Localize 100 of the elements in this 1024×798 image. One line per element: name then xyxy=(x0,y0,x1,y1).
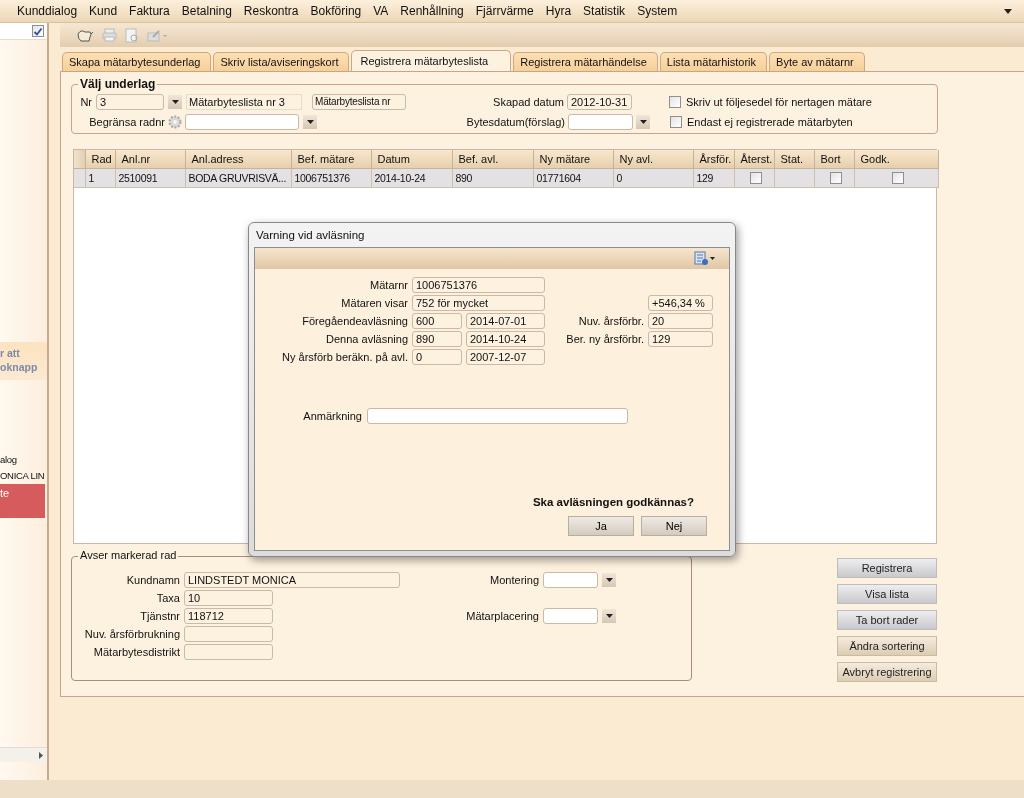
action-button[interactable]: Avbryt registrering xyxy=(837,662,937,682)
dropdown-button[interactable] xyxy=(303,115,317,129)
tab[interactable]: Registrera mätarbyteslista xyxy=(351,50,512,71)
checkbox[interactable] xyxy=(749,172,762,184)
date-field[interactable] xyxy=(568,114,633,130)
column-header[interactable]: Datum xyxy=(371,150,452,169)
caret-icon xyxy=(604,577,614,583)
menu-item[interactable]: Statistik xyxy=(577,4,632,18)
action-button[interactable]: Registrera xyxy=(837,558,937,578)
dialog-button[interactable]: Nej xyxy=(641,516,707,536)
column-header[interactable]: Rad xyxy=(85,150,115,169)
menu-item[interactable]: Betalning xyxy=(175,4,238,18)
text-field[interactable]: 752 för mycket xyxy=(412,295,545,311)
text-field[interactable]: 118712 xyxy=(184,608,273,624)
menu-item[interactable]: Reskontra xyxy=(237,4,305,18)
field-label: Nuv. årsförbr. xyxy=(577,315,644,327)
document-icon[interactable] xyxy=(694,251,715,266)
text-field[interactable]: 129 xyxy=(648,331,713,347)
action-button[interactable]: Ta bort rader xyxy=(837,610,937,630)
sidebar-item[interactable]: alog xyxy=(0,452,17,468)
preview-icon[interactable] xyxy=(125,27,139,43)
list-name-field[interactable]: Mätarbyteslista nr xyxy=(312,94,406,110)
hint-text: oknapp xyxy=(0,360,39,374)
checkbox[interactable] xyxy=(829,172,842,184)
text-field[interactable]: 890 xyxy=(412,331,462,347)
checkbox[interactable] xyxy=(891,172,904,184)
menu-item[interactable]: Renhållning xyxy=(394,4,470,18)
export-icon[interactable] xyxy=(147,28,168,42)
caret-icon xyxy=(170,99,180,105)
field-label: Ber. ny årsförbr. xyxy=(565,333,644,345)
menu-item[interactable]: Bokföring xyxy=(304,4,368,18)
scroll-arrow-icon[interactable] xyxy=(39,751,43,759)
menu-item[interactable]: VA xyxy=(367,4,395,18)
checkbox[interactable] xyxy=(32,25,44,37)
alert-item[interactable]: te xyxy=(0,484,45,518)
group-title: Avser markerad rad xyxy=(78,549,179,561)
remark-field[interactable] xyxy=(367,408,628,424)
text-field[interactable] xyxy=(184,644,273,660)
menu-item[interactable]: Faktura xyxy=(123,4,176,18)
column-header[interactable]: Bef. mätare xyxy=(291,150,371,169)
action-button[interactable]: Ändra sortering xyxy=(837,636,937,656)
menu-item[interactable]: Kund xyxy=(83,4,124,18)
column-header[interactable]: Ny avl. xyxy=(613,150,693,169)
action-button[interactable]: Visa lista xyxy=(837,584,937,604)
field-label: Tjänstnr xyxy=(139,610,180,622)
column-header[interactable]: Återst. xyxy=(734,150,774,169)
column-header[interactable]: Anl.nr xyxy=(115,150,185,169)
date-field[interactable]: 2012-10-31 xyxy=(567,94,632,110)
checkbox[interactable] xyxy=(669,96,681,108)
dialog-button[interactable]: Ja xyxy=(568,516,634,536)
column-header[interactable]: Godk. xyxy=(854,150,938,169)
field-label: Taxa xyxy=(155,592,180,604)
group-title: Välj underlag xyxy=(78,77,158,91)
dropdown-button[interactable] xyxy=(636,115,650,129)
dropdown-button[interactable] xyxy=(602,573,616,587)
text-field[interactable]: 1006751376 xyxy=(412,277,545,293)
dropdown-button[interactable] xyxy=(602,609,616,623)
text-field[interactable]: 10 xyxy=(184,590,273,606)
gear-icon[interactable] xyxy=(168,115,182,129)
text-field[interactable]: 600 xyxy=(412,313,462,329)
tab[interactable]: Byte av mätarnr xyxy=(769,52,865,71)
text-field[interactable] xyxy=(184,626,273,642)
menu-item[interactable]: System xyxy=(631,4,684,18)
menu-item[interactable]: Kunddialog xyxy=(11,4,84,18)
text-field[interactable]: LINDSTEDT MONICA xyxy=(184,572,400,588)
input-field[interactable] xyxy=(185,114,299,130)
field-label: Anmärkning xyxy=(302,410,362,422)
column-header[interactable]: Ny mätare xyxy=(533,150,613,169)
column-header[interactable]: Årsför. xyxy=(693,150,734,169)
column-header[interactable]: Anl.adress xyxy=(185,150,291,169)
number-field[interactable]: 3 xyxy=(96,94,164,110)
dropdown-button[interactable] xyxy=(168,95,182,109)
checkbox[interactable] xyxy=(670,116,682,128)
tab[interactable]: Skapa mätarbytesunderlag xyxy=(62,52,212,71)
tab[interactable]: Skriv lista/aviseringskort xyxy=(213,52,350,71)
caret-icon[interactable] xyxy=(1004,8,1012,14)
field-label: Föregåendeavläsning xyxy=(301,315,408,327)
tab[interactable]: Registrera mätarhändelse xyxy=(513,52,658,71)
date-field[interactable]: 2007-12-07 xyxy=(466,349,545,365)
sidebar-item[interactable]: ONICA LIN xyxy=(0,468,45,484)
field-label: Nr xyxy=(79,96,92,108)
text-field[interactable]: 0 xyxy=(412,349,462,365)
menu-item[interactable]: Fjärrvärme xyxy=(469,4,540,18)
caret-icon xyxy=(604,613,614,619)
column-header[interactable]: Bef. avl. xyxy=(452,150,533,169)
table-row[interactable]: 1 2510091 BODA GRUVRISVÄ... 1006751376 2014-10-24 890 01771604 0 129 xyxy=(74,168,938,188)
field-label: Mätarplacering xyxy=(465,610,539,622)
hint-text: r att xyxy=(0,346,21,360)
date-field[interactable]: 2014-07-01 xyxy=(466,313,545,329)
menu-item[interactable]: Hyra xyxy=(539,4,578,18)
tab[interactable]: Lista mätarhistorik xyxy=(659,52,768,71)
column-header[interactable]: Bort xyxy=(814,150,854,169)
text-field[interactable]: +546,34 % xyxy=(648,295,713,311)
checkbox-label: Endast ej registrerade mätarbyten xyxy=(687,116,853,128)
date-field[interactable]: 2014-10-24 xyxy=(466,331,545,347)
dropdown-field[interactable] xyxy=(543,608,598,624)
printer-icon[interactable] xyxy=(102,28,117,42)
column-header[interactable]: Stat. xyxy=(774,150,814,169)
text-field[interactable]: 20 xyxy=(648,313,713,329)
dropdown-field[interactable] xyxy=(543,572,598,588)
